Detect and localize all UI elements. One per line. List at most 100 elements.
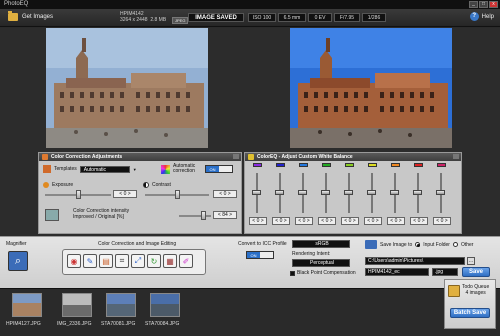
color-band-swatch[interactable] bbox=[414, 163, 423, 167]
intensity-label: Color Correction intensity Improved / Or… bbox=[73, 208, 129, 220]
color-band-swatch[interactable] bbox=[276, 163, 285, 167]
intensity-slider[interactable] bbox=[201, 211, 206, 220]
color-band-slider[interactable] bbox=[390, 190, 399, 195]
other-radio[interactable] bbox=[452, 242, 458, 247]
color-band-swatch[interactable] bbox=[437, 163, 446, 167]
color-band-swatch[interactable] bbox=[253, 163, 262, 167]
resize-icon[interactable]: ⤢ bbox=[131, 254, 145, 268]
cca-title: Color Correction Adjustments bbox=[51, 154, 123, 160]
intensity-stepper[interactable]: < 84 > bbox=[213, 211, 237, 219]
other-label: Other bbox=[460, 241, 474, 248]
input-folder-label: Input Folder bbox=[423, 241, 450, 248]
color-band-swatch[interactable] bbox=[299, 163, 308, 167]
icc-profile-select[interactable]: sRGB bbox=[292, 240, 350, 248]
save-to-row: Save Image to Input Folder Other bbox=[365, 240, 473, 249]
color-band-value[interactable]: < 0 > bbox=[341, 217, 359, 225]
adjust-icon[interactable]: ▤ bbox=[99, 254, 113, 268]
color-band-value[interactable]: < 0 > bbox=[410, 217, 428, 225]
thumbnail[interactable] bbox=[150, 293, 180, 317]
magnifier-icon[interactable]: ⌕ bbox=[8, 251, 28, 271]
save-button[interactable]: Save bbox=[462, 267, 490, 277]
cca-header: Color Correction Adjustments bbox=[39, 153, 241, 161]
window-title: PhotoEQ bbox=[4, 1, 29, 7]
thumbnail[interactable] bbox=[12, 293, 42, 317]
intensity-icon bbox=[45, 209, 59, 221]
color-band-slider[interactable] bbox=[321, 190, 330, 195]
color-band-value[interactable]: < 0 > bbox=[433, 217, 451, 225]
top-toolbar: Get Images HPIM4142 3264 x 2448 2.8 MB J… bbox=[0, 9, 500, 27]
input-folder-radio[interactable] bbox=[415, 242, 421, 247]
auto-label-2: correction bbox=[173, 168, 195, 174]
icc-label: Convert to ICC Profile bbox=[238, 241, 287, 247]
icc-toggle[interactable]: ON bbox=[246, 251, 274, 259]
close-button[interactable]: x bbox=[489, 1, 498, 8]
templates-select[interactable]: Automatic bbox=[79, 165, 130, 173]
exif-iso: ISO 100 bbox=[248, 13, 276, 22]
contrast-stepper[interactable]: < 0 > bbox=[213, 190, 237, 198]
get-images-button[interactable]: Get Images bbox=[8, 11, 54, 21]
color-band-value[interactable]: < 0 > bbox=[387, 217, 405, 225]
color-band-slider[interactable] bbox=[413, 190, 422, 195]
adjustment-area: Color Correction Adjustments Templates A… bbox=[0, 150, 500, 236]
chevron-down-icon: ▼ bbox=[132, 166, 137, 172]
bpc-row: Black Point Compensation bbox=[290, 270, 356, 276]
color-band-value[interactable]: < 0 > bbox=[364, 217, 382, 225]
brush-icon[interactable]: ✎ bbox=[83, 254, 97, 268]
coloreq-menu-icon[interactable] bbox=[453, 154, 459, 159]
magnifier-label: Magnifier bbox=[6, 241, 27, 247]
contrast-row: Contrast bbox=[143, 182, 171, 188]
color-band-swatch[interactable] bbox=[368, 163, 377, 167]
get-images-label: Get Images bbox=[22, 14, 54, 20]
queue-icon bbox=[448, 285, 460, 297]
contrast-slider[interactable] bbox=[175, 190, 180, 199]
auto-correction-row: Automatic correction bbox=[161, 164, 195, 174]
auto-correction-toggle[interactable]: ON bbox=[205, 165, 233, 173]
file-dims: 3264 x 2448 bbox=[120, 17, 148, 23]
window-controls: _ □ x bbox=[469, 1, 498, 8]
thumbnail[interactable] bbox=[62, 293, 92, 317]
minimize-button[interactable]: _ bbox=[469, 1, 478, 8]
crop-icon[interactable]: ⌗ bbox=[115, 254, 129, 268]
corrected-image[interactable] bbox=[290, 28, 452, 148]
templates-label: Templates bbox=[54, 166, 77, 172]
format-badge: JPEG bbox=[172, 17, 189, 24]
extension-select[interactable]: .jpg bbox=[432, 268, 458, 276]
color-band-value[interactable]: < 0 > bbox=[272, 217, 290, 225]
color-band-slider[interactable] bbox=[344, 190, 353, 195]
todo-queue: Todo Queue 4 images Batch Save bbox=[444, 279, 496, 329]
color-band-value[interactable]: < 0 > bbox=[295, 217, 313, 225]
save-label: Save Image to bbox=[380, 241, 413, 248]
save-path-field[interactable]: C:\Users\admin\Pictures\ bbox=[365, 257, 465, 265]
color-band-slider[interactable] bbox=[252, 190, 261, 195]
bpc-label: Black Point Compensation bbox=[297, 270, 356, 276]
thumbnail[interactable] bbox=[106, 293, 136, 317]
intent-select[interactable]: Perceptual bbox=[292, 259, 350, 267]
color-band-slider[interactable] bbox=[367, 190, 376, 195]
rotate-icon[interactable]: ↻ bbox=[147, 254, 161, 268]
batch-save-button[interactable]: Batch Save bbox=[450, 308, 490, 318]
browse-button[interactable]: … bbox=[467, 257, 475, 265]
color-band-swatch[interactable] bbox=[391, 163, 400, 167]
icc-toggle-on: ON bbox=[247, 252, 260, 258]
color-band-swatch[interactable] bbox=[345, 163, 354, 167]
color-band-value[interactable]: < 0 > bbox=[318, 217, 336, 225]
filename-field[interactable]: HPIM4142_ec bbox=[365, 268, 429, 276]
color-band-slider[interactable] bbox=[275, 190, 284, 195]
color-band-value[interactable]: < 0 > bbox=[249, 217, 267, 225]
coloreq-icon bbox=[248, 154, 254, 160]
panel-menu-icon[interactable] bbox=[233, 154, 239, 159]
maximize-button[interactable]: □ bbox=[479, 1, 488, 8]
image-viewer bbox=[0, 28, 500, 150]
exposure-stepper[interactable]: < 0 > bbox=[113, 190, 137, 198]
original-image[interactable] bbox=[46, 28, 208, 148]
exposure-slider[interactable] bbox=[76, 190, 81, 199]
help-label: Help bbox=[481, 13, 494, 20]
color-palette-icon[interactable]: ◉ bbox=[67, 254, 81, 268]
bpc-checkbox[interactable] bbox=[290, 270, 295, 276]
color-band-swatch[interactable] bbox=[322, 163, 331, 167]
histogram-icon[interactable]: ▦ bbox=[163, 254, 177, 268]
color-band-slider[interactable] bbox=[436, 190, 445, 195]
help-button[interactable]: ? Help bbox=[469, 12, 494, 21]
color-band-slider[interactable] bbox=[298, 190, 307, 195]
eraser-icon[interactable]: ✐ bbox=[179, 254, 193, 268]
